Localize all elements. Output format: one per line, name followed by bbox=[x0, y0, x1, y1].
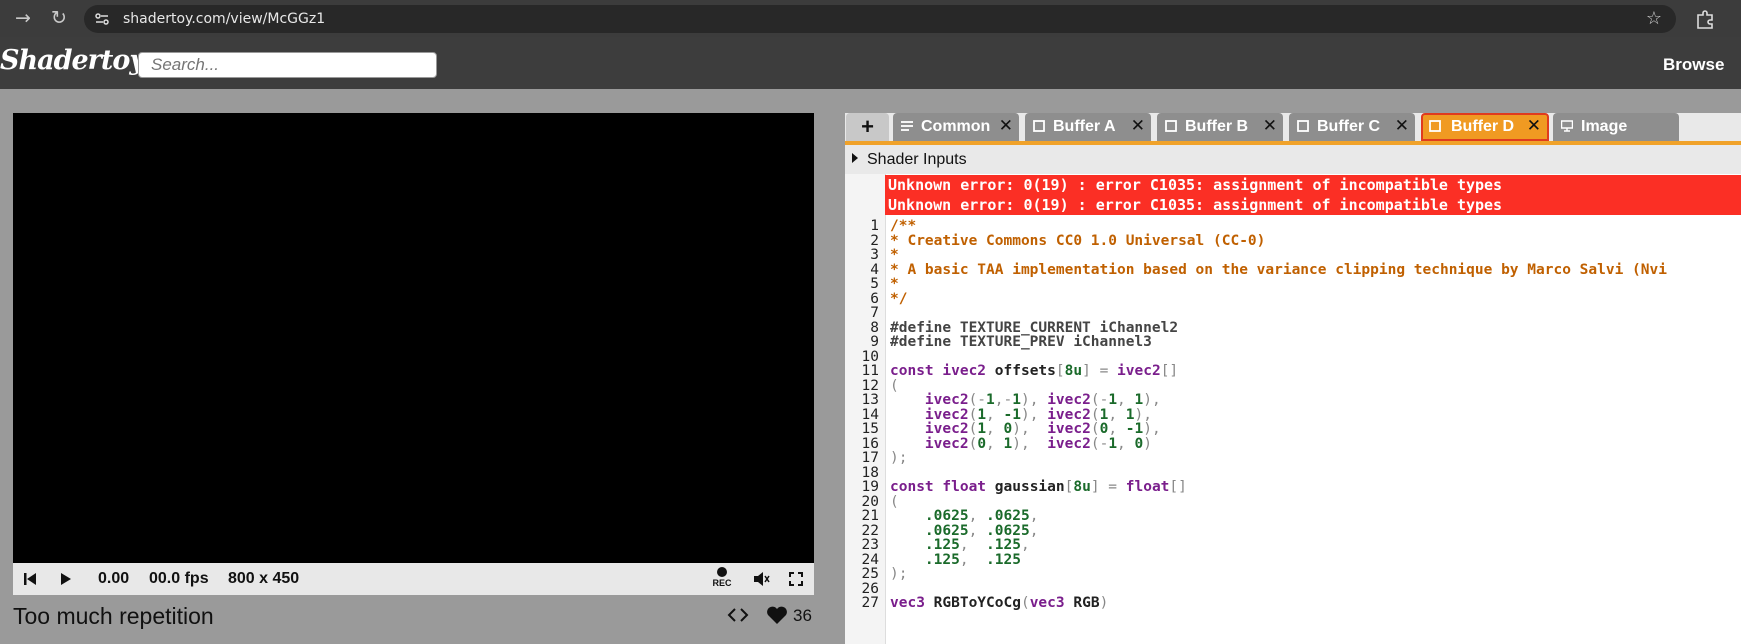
shader-inputs-label: Shader Inputs bbox=[867, 151, 967, 168]
close-icon[interactable]: ✕ bbox=[999, 113, 1013, 139]
shader-inputs-toggle[interactable]: Shader Inputs bbox=[852, 151, 967, 169]
buffer-icon bbox=[1165, 120, 1177, 132]
like-count: 36 bbox=[793, 606, 812, 625]
record-label: REC bbox=[712, 578, 732, 588]
star-icon[interactable]: ☆ bbox=[1646, 5, 1662, 33]
time-display: 0.00 bbox=[98, 570, 130, 587]
record-button[interactable]: REC bbox=[710, 567, 734, 593]
lines-icon bbox=[901, 121, 913, 131]
close-icon[interactable]: ✕ bbox=[1527, 113, 1541, 139]
site-info-icon[interactable] bbox=[94, 11, 110, 27]
play-icon[interactable] bbox=[58, 571, 74, 587]
close-icon[interactable]: ✕ bbox=[1395, 113, 1409, 139]
error-message: Unknown error: 0(19) : error C1035: assi… bbox=[885, 195, 1741, 215]
url-text[interactable]: shadertoy.com/view/McGGz1 bbox=[123, 5, 325, 33]
tab-buffer-b[interactable]: Buffer B ✕ bbox=[1157, 113, 1283, 141]
browser-toolbar: → ↻ shadertoy.com/view/McGGz1 ☆ bbox=[0, 0, 1741, 37]
tab-label: Buffer C bbox=[1317, 118, 1381, 135]
reload-icon[interactable]: ↻ bbox=[44, 0, 74, 37]
tab-image[interactable]: Image bbox=[1553, 113, 1679, 141]
resolution-display: 800 x 450 bbox=[228, 570, 300, 587]
error-message: Unknown error: 0(19) : error C1035: assi… bbox=[885, 175, 1741, 195]
tab-label: Buffer B bbox=[1185, 118, 1249, 135]
code-editor[interactable]: Unknown error: 0(19) : error C1035: assi… bbox=[845, 174, 1741, 644]
line-number: 27 bbox=[861, 595, 879, 611]
back-icon[interactable]: → bbox=[8, 0, 38, 37]
close-icon[interactable]: ✕ bbox=[1131, 113, 1145, 139]
extensions-icon[interactable] bbox=[1694, 8, 1716, 30]
mute-icon[interactable] bbox=[752, 570, 770, 588]
rewind-icon[interactable] bbox=[22, 571, 38, 587]
record-icon bbox=[717, 567, 727, 577]
address-bar[interactable]: shadertoy.com/view/McGGz1 ☆ bbox=[84, 5, 1676, 33]
code-line[interactable]: 27 vec3 RGBToYCoCg(vec3 RGB) bbox=[845, 595, 1741, 611]
fps-display: 00.0 fps bbox=[149, 570, 209, 587]
tab-common[interactable]: Common ✕ bbox=[893, 113, 1019, 141]
tab-buffer-d[interactable]: Buffer D ✕ bbox=[1421, 113, 1549, 141]
tab-label: Image bbox=[1581, 118, 1628, 135]
buffer-icon bbox=[1033, 120, 1045, 132]
shader-canvas[interactable] bbox=[13, 113, 814, 563]
code-icon[interactable] bbox=[727, 606, 749, 624]
tab-underline bbox=[845, 141, 1741, 145]
tab-label: Buffer A bbox=[1053, 118, 1116, 135]
code-text: vec3 RGBToYCoCg(vec3 RGB) bbox=[890, 595, 1109, 611]
buffer-icon bbox=[1429, 120, 1441, 132]
tab-buffer-c[interactable]: Buffer C ✕ bbox=[1289, 113, 1415, 141]
fullscreen-icon[interactable] bbox=[788, 571, 804, 587]
add-tab-button[interactable]: + bbox=[846, 113, 889, 141]
buffer-icon bbox=[1297, 120, 1309, 132]
tab-label: Buffer D bbox=[1451, 118, 1515, 135]
tab-label: Common bbox=[921, 118, 991, 135]
shader-title: Too much repetition bbox=[13, 603, 214, 629]
site-logo[interactable]: Shadertoy bbox=[0, 45, 145, 76]
browse-link[interactable]: Browse bbox=[1663, 55, 1724, 75]
tab-buffer-a[interactable]: Buffer A ✕ bbox=[1025, 113, 1151, 141]
disclosure-icon bbox=[852, 153, 858, 163]
close-icon[interactable]: ✕ bbox=[1263, 113, 1277, 139]
search-input[interactable] bbox=[138, 52, 437, 78]
monitor-icon bbox=[1561, 120, 1573, 132]
player-controls: 0.00 00.0 fps 800 x 450 REC bbox=[13, 563, 814, 595]
site-header: Shadertoy Browse bbox=[0, 37, 1741, 89]
heart-icon[interactable] bbox=[766, 605, 788, 625]
